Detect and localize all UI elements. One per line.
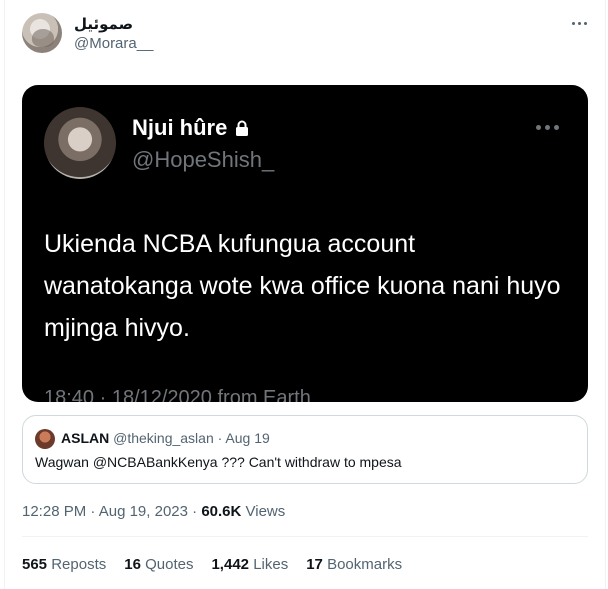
post-time[interactable]: 12:28 PM bbox=[22, 503, 86, 520]
quoted-post[interactable]: ASLAN @theking_aslan · Aug 19 Wagwan @NC… bbox=[22, 415, 588, 484]
quotes-count: 16 bbox=[124, 556, 141, 573]
quote-author-name: ASLAN bbox=[61, 430, 110, 446]
bookmarks-stat[interactable]: 17 Bookmarks bbox=[306, 556, 402, 573]
post-metadata: 12:28 PM · Aug 19, 2023 · 60.6K Views bbox=[22, 503, 285, 520]
divider bbox=[22, 536, 588, 537]
author-name[interactable]: صموئيل bbox=[74, 15, 133, 33]
author-avatar[interactable] bbox=[22, 13, 62, 53]
bookmarks-label: Bookmarks bbox=[327, 556, 403, 573]
quote-date: · Aug 19 bbox=[217, 430, 270, 446]
image-display-name: Njui hûre bbox=[132, 115, 228, 140]
bookmarks-count: 17 bbox=[306, 556, 323, 573]
post-date[interactable]: · Aug 19, 2023 · bbox=[90, 503, 197, 520]
more-options-icon[interactable] bbox=[568, 12, 590, 34]
quote-author-handle: @theking_aslan bbox=[113, 430, 214, 446]
quote-text: Wagwan @NCBABankKenya ??? Can't withdraw… bbox=[35, 454, 402, 470]
reposts-label: Reposts bbox=[51, 556, 107, 573]
quote-avatar bbox=[35, 429, 55, 449]
image-avatar bbox=[44, 107, 116, 179]
likes-label: Likes bbox=[253, 556, 289, 573]
lock-icon bbox=[236, 120, 249, 136]
reposts-count: 565 bbox=[22, 556, 48, 573]
quote-header: ASLAN @theking_aslan · Aug 19 bbox=[61, 430, 270, 446]
image-handle: @HopeShish_ bbox=[132, 147, 275, 172]
author-handle[interactable]: @Morara__ bbox=[74, 35, 153, 52]
engagement-stats: 565 Reposts 16 Quotes 1,442 Likes 17 Boo… bbox=[22, 556, 402, 573]
image-more-icon bbox=[536, 125, 559, 130]
views-label: Views bbox=[245, 503, 286, 520]
views-count: 60.6K bbox=[201, 503, 242, 520]
likes-stat[interactable]: 1,442 Likes bbox=[211, 556, 288, 573]
image-timestamp: 18:40 · 18/12/2020 from Earth bbox=[44, 387, 311, 402]
quotes-label: Quotes bbox=[145, 556, 194, 573]
image-tweet-text: Ukienda NCBA kufungua account wanatokang… bbox=[44, 230, 561, 342]
likes-count: 1,442 bbox=[211, 556, 250, 573]
quotes-stat[interactable]: 16 Quotes bbox=[124, 556, 193, 573]
image-name-row: Njui hûre bbox=[132, 115, 249, 141]
post-image[interactable]: Njui hûre @HopeShish_ Ukienda NCBA kufun… bbox=[22, 85, 588, 402]
reposts-stat[interactable]: 565 Reposts bbox=[22, 556, 106, 573]
